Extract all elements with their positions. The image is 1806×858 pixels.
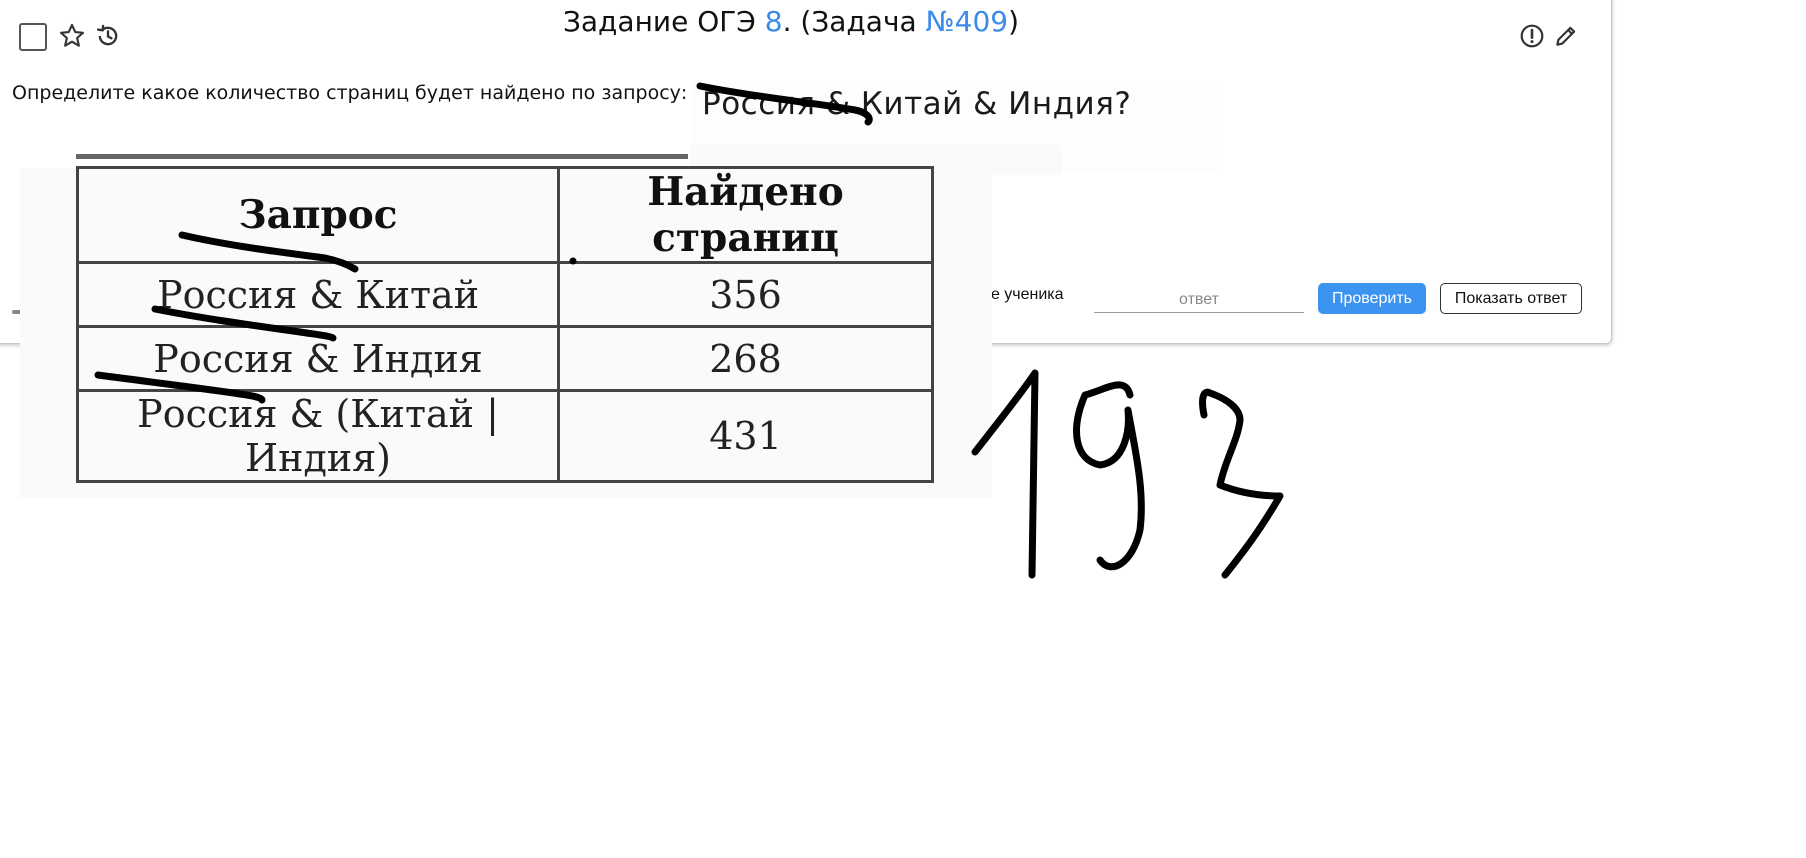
show-answer-button[interactable]: Показать ответ <box>1440 283 1582 314</box>
task-number-link[interactable]: 8 <box>765 5 783 38</box>
check-button[interactable]: Проверить <box>1318 283 1426 314</box>
table-cell-query: Россия & Индия <box>75 325 561 392</box>
query-text: Россия & Китай & Индия? <box>702 86 1132 122</box>
digit-9 <box>1073 381 1145 571</box>
table-header-pages: Найдено страниц <box>557 166 934 264</box>
data-table: Запрос Найдено страниц Россия & Китай 35… <box>75 166 934 483</box>
problem-id-link[interactable]: №409 <box>926 5 1009 38</box>
table-cell-pages: 356 <box>557 261 934 328</box>
answer-input[interactable] <box>1094 288 1304 313</box>
table-cell-pages: 431 <box>557 389 934 483</box>
table-top-rule <box>76 154 688 159</box>
table-row: Россия & (Китай | Индия) 431 <box>75 389 934 483</box>
report-icon[interactable] <box>1519 23 1545 49</box>
table-cell-query: Россия & (Китай | Индия) <box>75 389 561 483</box>
table-cell-query: Россия & Китай <box>75 261 561 328</box>
data-table-image: Запрос Найдено страниц Россия & Китай 35… <box>75 154 934 483</box>
table-row: Россия & Китай 356 <box>75 261 934 328</box>
table-header-query: Запрос <box>75 166 561 264</box>
answer-label: ие ученика <box>982 286 1064 303</box>
table-cell-pages: 268 <box>557 325 934 392</box>
edit-icon[interactable] <box>1553 23 1579 49</box>
table-row: Россия & Индия 268 <box>75 325 934 392</box>
task-title: Задание ОГЭ 8. (Задача №409) <box>562 5 1020 38</box>
table-header-row: Запрос Найдено страниц <box>75 166 934 264</box>
question-text: Определите какое количество страниц буде… <box>12 82 688 104</box>
digit-3 <box>1199 388 1284 579</box>
